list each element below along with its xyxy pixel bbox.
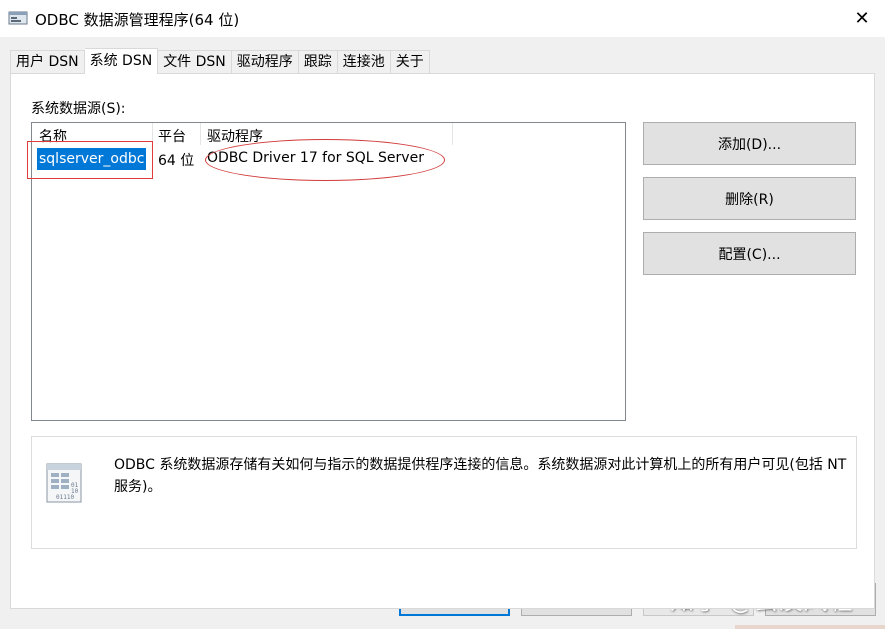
remove-button[interactable]: 删除(R) xyxy=(643,177,856,220)
svg-text:01110: 01110 xyxy=(56,494,74,501)
info-description: ODBC 系统数据源存储有关如何与指示的数据提供程序连接的信息。系统数据源对此计… xyxy=(114,457,847,495)
dsn-name-cell[interactable]: sqlserver_odbc xyxy=(37,148,147,170)
dsn-driver-cell: ODBC Driver 17 for SQL Server xyxy=(207,150,424,166)
odbc-app-icon xyxy=(8,9,28,27)
window-title: ODBC 数据源管理程序(64 位) xyxy=(35,11,240,29)
system-dsn-list[interactable]: 名称 平台 驱动程序 sqlserver_odbc 64 位 ODBC Driv… xyxy=(27,122,626,421)
tab-drivers[interactable]: 驱动程序 xyxy=(231,50,299,74)
column-separator[interactable] xyxy=(452,123,453,145)
add-button[interactable]: 添加(D)... xyxy=(643,122,856,165)
dsn-platform-cell: 64 位 xyxy=(158,153,195,169)
tab-tracing[interactable]: 跟踪 xyxy=(298,50,338,74)
list-header: 名称 平台 驱动程序 xyxy=(32,123,625,145)
tab-about[interactable]: 关于 xyxy=(390,50,430,74)
database-doc-icon: 01 10 01110 xyxy=(44,461,86,505)
column-header-driver[interactable]: 驱动程序 xyxy=(207,126,263,146)
system-dsn-panel: 系统数据源(S): 名称 平台 驱动程序 sqlserver_odbc 64 位… xyxy=(10,73,875,609)
close-icon: ✕ xyxy=(854,8,870,29)
configure-button[interactable]: 配置(C)... xyxy=(643,232,856,275)
system-dsn-label: 系统数据源(S): xyxy=(31,101,126,117)
title-bar: ODBC 数据源管理程序(64 位) ✕ xyxy=(0,0,885,37)
dialog-client-area: 用户 DSN 系统 DSN 文件 DSN 驱动程序 跟踪 连接池 关于 系统数据… xyxy=(0,37,885,629)
info-box: 01 10 01110 ODBC 系统数据源存储有关如何与指示的数据提供程序连接… xyxy=(31,436,857,549)
tab-system-dsn[interactable]: 系统 DSN xyxy=(84,48,159,74)
column-header-platform[interactable]: 平台 xyxy=(158,126,186,146)
tab-user-dsn[interactable]: 用户 DSN xyxy=(10,50,85,74)
column-header-name[interactable]: 名称 xyxy=(39,126,67,146)
table-row[interactable]: sqlserver_odbc 64 位 ODBC Driver 17 for S… xyxy=(27,139,625,181)
column-separator[interactable] xyxy=(152,123,153,145)
column-separator[interactable] xyxy=(200,123,201,145)
tab-file-dsn[interactable]: 文件 DSN xyxy=(158,50,232,74)
tab-strip: 用户 DSN 系统 DSN 文件 DSN 驱动程序 跟踪 连接池 关于 xyxy=(10,48,430,74)
close-button[interactable]: ✕ xyxy=(839,0,885,37)
tab-connection-pooling[interactable]: 连接池 xyxy=(337,50,391,74)
resize-grip[interactable] xyxy=(735,625,885,629)
